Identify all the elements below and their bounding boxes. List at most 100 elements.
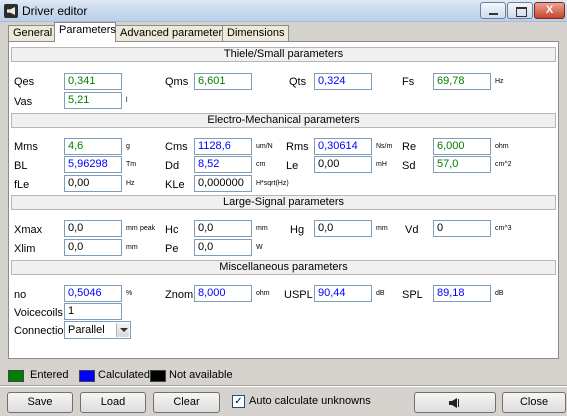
- mms-unit: g: [126, 143, 130, 150]
- pe-label: Pe: [165, 243, 179, 255]
- save-button[interactable]: Save: [7, 392, 73, 413]
- re-field[interactable]: 6,000: [433, 138, 491, 155]
- cms-label: Cms: [165, 141, 188, 153]
- re-unit: ohm: [495, 143, 509, 150]
- maximize-button[interactable]: [507, 2, 533, 19]
- mms-field[interactable]: 4,6: [64, 138, 122, 155]
- kle-value: 0,000000: [198, 177, 244, 189]
- sd-field[interactable]: 57,0: [433, 156, 491, 173]
- legend-entered-label: Entered: [30, 369, 69, 381]
- connection-label: Connection: [14, 325, 70, 337]
- vas-field[interactable]: 5,21: [64, 92, 122, 109]
- hc-label: Hc: [165, 224, 179, 236]
- tab-advanced-parameters[interactable]: Advanced parameters: [115, 25, 228, 41]
- sd-label: Sd: [402, 160, 416, 172]
- xmax-unit: mm: [126, 225, 138, 232]
- xlim-unit: mm: [126, 244, 138, 251]
- rms-field[interactable]: 0,30614: [314, 138, 372, 155]
- xlim-label: Xlim: [14, 243, 36, 255]
- tab-parameters[interactable]: Parameters: [54, 22, 116, 42]
- tab-general[interactable]: General: [8, 25, 55, 41]
- vd-label: Vd: [405, 224, 419, 236]
- bl-field[interactable]: 5,96298: [64, 156, 122, 173]
- voicecoils-label: Voicecoils: [14, 307, 63, 319]
- fle-field[interactable]: 0,00: [64, 175, 122, 192]
- load-button[interactable]: Load: [80, 392, 146, 413]
- section-header-large-signal: Large-Signal parameters: [11, 195, 556, 210]
- window-title: Driver editor: [22, 4, 88, 18]
- kle-unit: H*sqrt(Hz): [256, 180, 289, 187]
- pe-unit: W: [256, 244, 263, 251]
- qms-label: Qms: [165, 76, 189, 88]
- connection-select-value: Parallel: [68, 324, 105, 336]
- fs-field[interactable]: 69,78: [433, 73, 491, 90]
- uspl-label: USPL: [284, 289, 313, 301]
- legend-swatch-entered: [8, 370, 24, 382]
- cms-field[interactable]: 1128,6: [194, 138, 252, 155]
- znom-label: Znom: [165, 289, 194, 301]
- kle-field[interactable]: 0,000000: [194, 175, 252, 192]
- parameters-panel: Thiele/Small parameters Qes 0,341 Qms 6,…: [8, 41, 559, 359]
- fle-label: fLe: [14, 179, 30, 191]
- hg-field[interactable]: 0,0: [314, 220, 372, 237]
- separator: [0, 385, 567, 387]
- pe-field[interactable]: 0,0: [194, 239, 252, 256]
- hc-unit: mm: [256, 225, 268, 232]
- bl-unit: Tm: [126, 161, 137, 168]
- kle-label: KLe: [165, 179, 185, 191]
- spl-label: SPL: [402, 289, 423, 301]
- znom-unit: ohm: [256, 290, 270, 297]
- uspl-unit: dB: [376, 290, 385, 297]
- no-unit: %: [126, 290, 133, 297]
- section-header-miscellaneous: Miscellaneous parameters: [11, 260, 556, 275]
- hc-field[interactable]: 0,0: [194, 220, 252, 237]
- re-label: Re: [402, 141, 417, 153]
- chevron-down-icon[interactable]: [116, 323, 129, 337]
- clear-button[interactable]: Clear: [153, 392, 220, 413]
- dd-label: Dd: [165, 160, 180, 172]
- mms-label: Mms: [14, 141, 38, 153]
- tab-dimensions[interactable]: Dimensions: [222, 25, 289, 41]
- vd-field[interactable]: 0: [433, 220, 491, 237]
- vas-unit: l: [126, 97, 128, 104]
- vas-label: Vas: [14, 96, 33, 108]
- le-field[interactable]: 0,00: [314, 156, 372, 173]
- bl-label: BL: [14, 160, 28, 172]
- qts-label: Qts: [289, 76, 307, 88]
- fs-label: Fs: [402, 76, 415, 88]
- znom-field[interactable]: 8,000: [194, 285, 252, 302]
- auto-calculate-checkbox[interactable]: ✓: [232, 395, 245, 408]
- legend-calculated-label: Calculated: [98, 369, 150, 381]
- voicecoils-field[interactable]: 1: [64, 303, 122, 320]
- vd-unit: cm^3: [495, 225, 512, 232]
- no-field[interactable]: 0,5046: [64, 285, 122, 302]
- qes-field[interactable]: 0,341: [64, 73, 122, 90]
- hg-unit: mm: [376, 225, 388, 232]
- uspl-field[interactable]: 90,44: [314, 285, 372, 302]
- le-label: Le: [286, 160, 299, 172]
- dd-unit: cm: [256, 161, 266, 168]
- rms-unit: Ns/m: [376, 143, 393, 150]
- section-header-thiele-small: Thiele/Small parameters: [11, 47, 556, 62]
- qts-field[interactable]: 0,324: [314, 73, 372, 90]
- no-label: no: [14, 289, 27, 301]
- qes-label: Qes: [14, 76, 35, 88]
- section-header-electro-mechanical: Electro-Mechanical parameters: [11, 113, 556, 128]
- minimize-button[interactable]: [480, 2, 506, 19]
- xlim-field[interactable]: 0,0: [64, 239, 122, 256]
- close-icon: X: [545, 4, 554, 16]
- xmax-peak-label: peak: [140, 225, 156, 232]
- spl-unit: dB: [495, 290, 504, 297]
- auto-calculate-label: Auto calculate unknowns: [249, 395, 371, 407]
- qms-field[interactable]: 6,601: [194, 73, 252, 90]
- dd-field[interactable]: 8,52: [194, 156, 252, 173]
- hg-label: Hg: [290, 224, 305, 236]
- speaker-icon: [449, 398, 459, 408]
- xmax-field[interactable]: 0,0: [64, 220, 122, 237]
- xmax-label: Xmax: [14, 224, 43, 236]
- spl-field[interactable]: 89,18: [433, 285, 491, 302]
- connection-select[interactable]: Parallel: [64, 321, 131, 339]
- close-button[interactable]: Close: [502, 392, 566, 413]
- legend-not-available-label: Not available: [169, 369, 233, 381]
- close-window-button[interactable]: X: [534, 2, 565, 19]
